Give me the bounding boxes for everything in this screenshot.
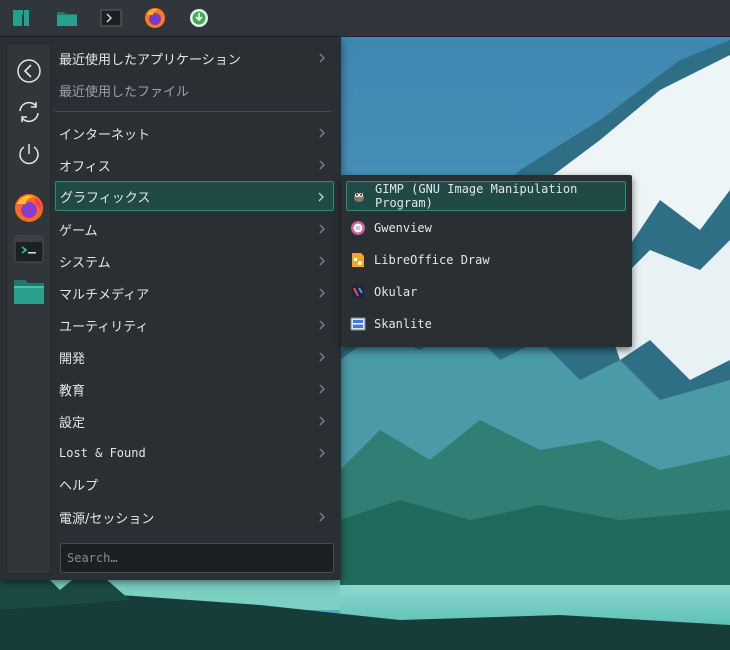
category-label: オフィス <box>59 159 111 175</box>
chevron-right-icon <box>319 384 325 394</box>
app-label: Gwenview <box>374 221 432 235</box>
firefox-icon[interactable] <box>142 5 168 31</box>
refresh-icon[interactable] <box>12 95 45 128</box>
favorites-sidebar <box>6 43 51 574</box>
category-power-session[interactable]: 電源/セッション <box>55 502 334 532</box>
gimp-icon <box>353 191 365 202</box>
menu-separator <box>55 111 331 112</box>
category-label: 教育 <box>59 383 86 399</box>
app-okular[interactable]: Okular <box>346 277 626 307</box>
chevron-right-icon <box>319 53 325 63</box>
manjaro-logo-icon[interactable] <box>8 5 34 31</box>
category-multimedia[interactable]: マルチメディア <box>55 278 334 308</box>
category-office[interactable]: オフィス <box>55 150 334 180</box>
recent-applications-label: 最近使用したアプリケーション <box>59 52 241 68</box>
graphics-submenu: GIMP (GNU Image Manipulation Program) Gw… <box>341 175 632 347</box>
category-games[interactable]: ゲーム <box>55 214 334 244</box>
chevron-right-icon <box>319 256 325 266</box>
category-graphics[interactable]: グラフィックス <box>55 181 334 211</box>
recent-files-label: 最近使用したファイル <box>59 84 190 100</box>
top-panel <box>0 0 730 36</box>
category-help[interactable]: ヘルプ <box>55 469 334 499</box>
category-label: Lost & Found <box>59 446 146 460</box>
application-menu: 最近使用したアプリケーション 最近使用したファイル インターネット オフィス グ… <box>0 37 341 580</box>
chevron-right-icon <box>319 288 325 298</box>
category-utilities[interactable]: ユーティリティ <box>55 310 334 340</box>
category-label: グラフィックス <box>60 190 151 206</box>
chevron-right-icon <box>319 448 325 458</box>
chevron-right-icon <box>319 512 325 522</box>
category-label: インターネット <box>59 127 151 143</box>
app-label: Okular <box>374 285 418 299</box>
category-label: マルチメディア <box>59 287 150 303</box>
chevron-right-icon <box>319 128 325 138</box>
app-gimp[interactable]: GIMP (GNU Image Manipulation Program) <box>346 181 626 211</box>
category-label: 開発 <box>59 351 86 367</box>
chevron-right-icon <box>319 160 325 170</box>
chevron-right-icon <box>319 416 325 426</box>
file-manager-icon[interactable] <box>54 5 80 31</box>
recent-files-item[interactable]: 最近使用したファイル <box>55 75 334 105</box>
chevron-right-icon <box>319 352 325 362</box>
file-manager-icon[interactable] <box>12 274 45 307</box>
okular-icon <box>352 286 364 298</box>
gwenview-icon <box>351 221 365 235</box>
category-lost-and-found[interactable]: Lost & Found <box>55 438 334 468</box>
app-libreoffice-draw[interactable]: LibreOffice Draw <box>346 245 626 275</box>
search-input[interactable] <box>60 543 334 573</box>
terminal-icon[interactable] <box>98 5 124 31</box>
firefox-icon[interactable] <box>12 191 45 224</box>
app-label: GIMP (GNU Image Manipulation Program) <box>375 182 578 210</box>
app-label: Skanlite <box>374 317 432 331</box>
chevron-right-icon <box>318 192 324 202</box>
power-icon[interactable] <box>12 137 45 170</box>
category-development[interactable]: 開発 <box>55 342 334 372</box>
category-label: ゲーム <box>59 223 98 239</box>
category-label: ヘルプ <box>59 478 99 494</box>
app-skanlite[interactable]: Skanlite <box>346 309 626 339</box>
app-gwenview[interactable]: Gwenview <box>346 213 626 243</box>
category-settings[interactable]: 設定 <box>55 406 334 436</box>
libreoffice-draw-icon <box>352 253 364 267</box>
skanlite-icon <box>350 317 366 331</box>
software-update-icon[interactable] <box>186 5 212 31</box>
category-education[interactable]: 教育 <box>55 374 334 404</box>
chevron-right-icon <box>319 320 325 330</box>
app-label: LibreOffice Draw <box>374 253 490 267</box>
recent-applications-item[interactable]: 最近使用したアプリケーション <box>55 43 334 73</box>
category-label: ユーティリティ <box>59 319 149 335</box>
category-system[interactable]: システム <box>55 246 334 276</box>
category-internet[interactable]: インターネット <box>55 118 334 148</box>
category-label: 設定 <box>59 415 86 431</box>
chevron-right-icon <box>319 224 325 234</box>
back-arrow-icon[interactable] <box>12 54 45 87</box>
category-label: 電源/セッション <box>59 511 155 527</box>
category-label: システム <box>59 255 111 271</box>
terminal-icon[interactable] <box>12 232 45 265</box>
